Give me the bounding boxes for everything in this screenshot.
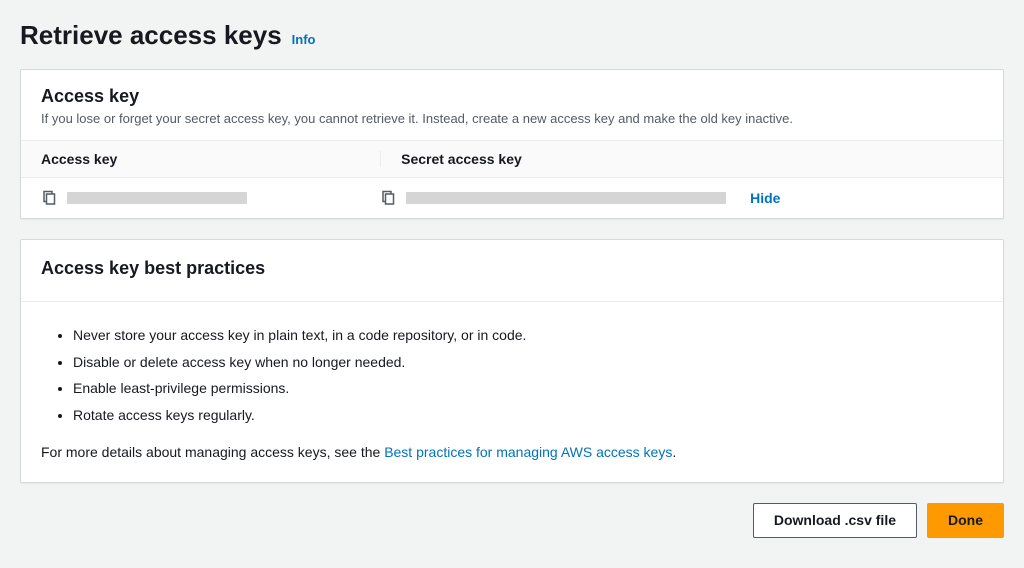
best-practices-header: Access key best practices (21, 240, 1003, 302)
info-link[interactable]: Info (292, 32, 316, 47)
more-details-prefix: For more details about managing access k… (41, 444, 384, 460)
access-key-panel-subtitle: If you lose or forget your secret access… (41, 111, 983, 126)
key-table-header: Access key Secret access key (21, 141, 1003, 178)
best-practices-link[interactable]: Best practices for managing AWS access k… (384, 444, 672, 460)
list-item: Enable least-privilege permissions. (73, 375, 983, 402)
copy-icon[interactable] (380, 190, 396, 206)
best-practices-list: Never store your access key in plain tex… (41, 322, 983, 428)
list-item: Never store your access key in plain tex… (73, 322, 983, 349)
list-item: Rotate access keys regularly. (73, 402, 983, 429)
access-key-panel-header: Access key If you lose or forget your se… (21, 70, 1003, 141)
hide-toggle[interactable]: Hide (750, 190, 780, 206)
copy-icon[interactable] (41, 190, 57, 206)
more-details-text: For more details about managing access k… (41, 444, 983, 460)
page-title: Retrieve access keys (20, 20, 282, 51)
secret-key-value (406, 192, 726, 204)
access-key-panel: Access key If you lose or forget your se… (20, 69, 1004, 219)
secret-key-column-label: Secret access key (401, 151, 522, 167)
more-details-suffix: . (672, 444, 676, 460)
access-key-value (67, 192, 247, 204)
best-practices-panel: Access key best practices Never store yo… (20, 239, 1004, 483)
list-item: Disable or delete access key when no lon… (73, 349, 983, 376)
actions-row: Download .csv file Done (20, 503, 1004, 538)
done-button[interactable]: Done (927, 503, 1004, 538)
best-practices-body: Never store your access key in plain tex… (21, 302, 1003, 482)
access-key-panel-title: Access key (41, 86, 983, 107)
key-table-row: Hide (21, 178, 1003, 218)
access-key-column-label: Access key (41, 151, 117, 167)
page-header: Retrieve access keys Info (20, 20, 1004, 51)
download-csv-button[interactable]: Download .csv file (753, 503, 917, 538)
best-practices-title: Access key best practices (41, 258, 983, 279)
